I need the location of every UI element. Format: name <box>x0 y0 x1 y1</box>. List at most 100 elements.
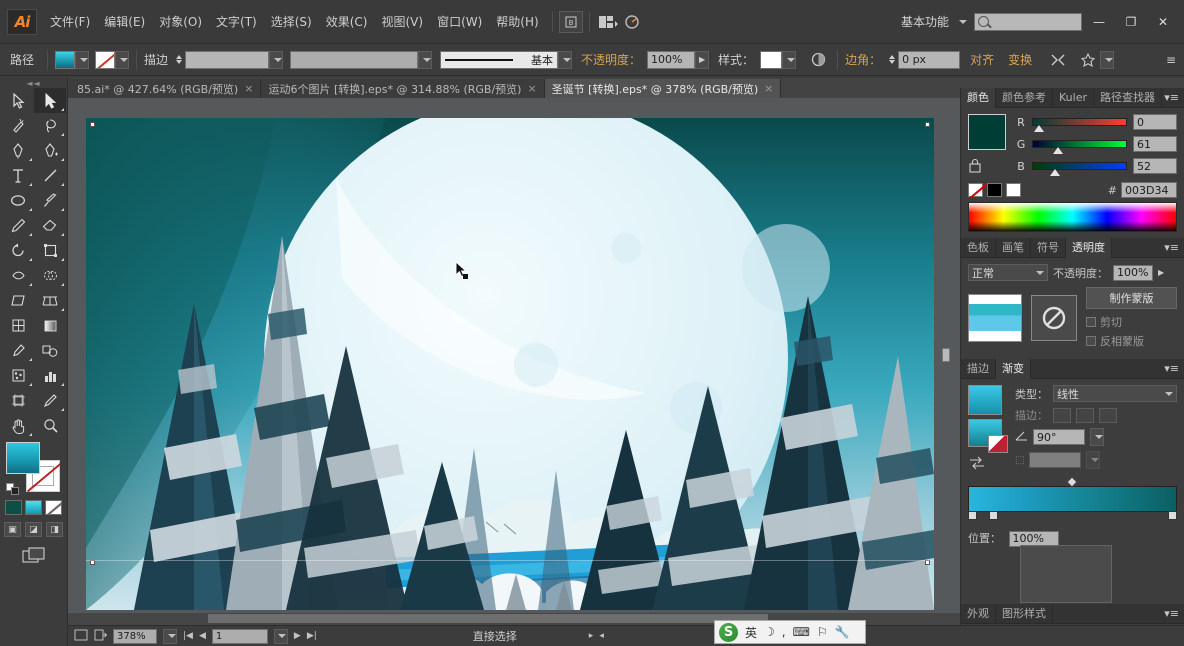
panel-menu-icon[interactable]: ▾≡ <box>1164 241 1184 254</box>
gradient-ramp[interactable] <box>968 486 1177 512</box>
close-icon[interactable]: × <box>764 82 773 95</box>
color-mode-gradient[interactable] <box>25 500 42 515</box>
panel-tab-gradient[interactable]: 渐变 <box>996 358 1031 379</box>
lasso-tool[interactable] <box>34 113 66 138</box>
fill-color-control[interactable] <box>55 50 90 69</box>
transparency-opacity-input[interactable]: 100% <box>1113 264 1153 281</box>
sogou-ime-bar[interactable]: S 英 ☽ , ⌨ ⚐ 🔧 <box>714 620 866 644</box>
artboard-number-input[interactable]: 1 <box>211 628 268 644</box>
color-mode-none[interactable] <box>45 500 62 515</box>
rotate-tool[interactable] <box>2 238 34 263</box>
draw-normal-icon[interactable]: ▣ <box>4 522 21 537</box>
blend-mode-select[interactable]: 正常 <box>968 264 1048 281</box>
artboard-number-dropdown[interactable] <box>273 628 288 644</box>
menu-help[interactable]: 帮助(H) <box>489 9 545 34</box>
line-segment-tool[interactable] <box>34 163 66 188</box>
menu-window[interactable]: 窗口(W) <box>430 9 489 34</box>
restore-button[interactable]: ❐ <box>1116 11 1146 33</box>
color-mode-solid[interactable] <box>5 500 22 515</box>
panel-menu-icon[interactable]: ▾≡ <box>1164 607 1184 620</box>
zoom-tool[interactable] <box>34 413 66 438</box>
black-swatch[interactable] <box>987 183 1002 197</box>
selection-tool[interactable] <box>2 88 34 113</box>
slider-knob[interactable] <box>1052 147 1063 154</box>
status-scroll-left[interactable]: ◂ <box>599 631 604 641</box>
add-anchor-point-tool[interactable] <box>34 138 66 163</box>
white-swatch[interactable] <box>1006 183 1021 197</box>
gradient-tool[interactable] <box>34 313 66 338</box>
none-swatch[interactable] <box>968 183 983 197</box>
panel-tab-color-guide[interactable]: 颜色参考 <box>996 87 1053 108</box>
gradient-aspect-dropdown[interactable] <box>1086 451 1101 469</box>
fill-color-indicator[interactable] <box>6 442 40 474</box>
lock-icon[interactable] <box>968 158 984 174</box>
document-tab-3[interactable]: 圣诞节 [转换].eps* @ 378% (RGB/预览) × <box>544 79 782 98</box>
perspective-grid-tool[interactable] <box>34 288 66 313</box>
panel-tab-stroke[interactable]: 描边 <box>961 358 996 379</box>
stroke-color-control[interactable] <box>95 50 130 69</box>
active-fill-swatch[interactable] <box>968 114 1006 150</box>
zoom-level-dropdown[interactable] <box>163 628 177 644</box>
stroke-weight-input[interactable] <box>185 50 270 69</box>
direct-selection-tool[interactable] <box>34 88 66 113</box>
eyedropper-tool[interactable] <box>2 338 34 363</box>
anchor-point-top-left[interactable] <box>90 122 95 127</box>
gradient-aspect-input[interactable] <box>1029 452 1082 468</box>
moon-icon[interactable]: ☽ <box>764 625 775 639</box>
select-similar-dropdown[interactable] <box>1100 50 1115 69</box>
hex-input[interactable]: 003D34 <box>1121 182 1177 198</box>
menu-edit[interactable]: 编辑(E) <box>97 9 152 34</box>
opacity-input[interactable]: 100% <box>647 50 696 69</box>
panel-tab-symbols[interactable]: 符号 <box>1031 237 1066 258</box>
wrench-icon[interactable]: 🔧 <box>835 625 850 639</box>
anchor-point-top-right[interactable] <box>925 122 930 127</box>
panel-tab-appearance[interactable]: 外观 <box>961 603 996 624</box>
panel-tab-swatches[interactable]: 色板 <box>961 237 996 258</box>
paintbrush-tool[interactable] <box>34 188 66 213</box>
panel-tab-color[interactable]: 颜色 <box>961 87 996 108</box>
fill-dropdown-button[interactable] <box>75 50 90 69</box>
channel-value-r[interactable]: 0 <box>1133 114 1177 130</box>
variable-width-profile-input[interactable] <box>290 50 419 69</box>
close-button[interactable]: ✕ <box>1148 11 1178 33</box>
gradient-stroke-along-icon[interactable] <box>1076 407 1094 423</box>
channel-slider-r[interactable] <box>1032 118 1127 132</box>
artboard-prev-button[interactable]: ◀ <box>199 631 206 641</box>
variable-width-dropdown[interactable] <box>418 50 433 69</box>
menu-select[interactable]: 选择(S) <box>264 9 319 34</box>
menu-file[interactable]: 文件(F) <box>43 9 97 34</box>
toolbox-icon[interactable]: ⚐ <box>817 625 828 639</box>
gradient-fill-thumbnail[interactable] <box>968 385 1002 415</box>
ime-mode-toggle[interactable]: 英 <box>745 624 757 641</box>
brush-definition-control[interactable]: 基本 <box>440 50 559 69</box>
pencil-tool[interactable] <box>2 213 34 238</box>
color-spectrum-ramp[interactable] <box>968 202 1177 232</box>
panel-menu-icon[interactable]: ▾≡ <box>1164 362 1184 375</box>
invert-mask-checkbox[interactable] <box>1086 336 1096 346</box>
gradient-none-thumbnail[interactable] <box>988 435 1008 453</box>
menu-view[interactable]: 视图(V) <box>374 9 430 34</box>
status-menu-arrow[interactable]: ▸ <box>589 631 594 641</box>
corner-radius-input[interactable]: 0 px <box>898 50 961 69</box>
stroke-swatch[interactable] <box>95 50 116 69</box>
change-screen-mode-icon[interactable] <box>0 547 67 564</box>
panel-tab-kuler[interactable]: Kuler <box>1053 87 1094 108</box>
panel-tab-brushes[interactable]: 画笔 <box>996 237 1031 258</box>
chevron-right-icon[interactable]: ▶ <box>1158 268 1164 277</box>
artboard-next-button[interactable]: ▶ <box>294 631 301 641</box>
brush-definition-dropdown[interactable] <box>558 50 573 69</box>
channel-slider-b[interactable] <box>1032 162 1127 176</box>
speedometer-icon[interactable] <box>620 11 644 33</box>
fill-swatch[interactable] <box>55 50 76 69</box>
stroke-weight-stepper[interactable] <box>174 51 183 69</box>
pen-tool[interactable] <box>2 138 34 163</box>
default-fill-stroke-icon[interactable] <box>6 483 20 496</box>
select-similar-objects-icon[interactable] <box>1076 49 1100 71</box>
keyboard-icon[interactable]: ⌨ <box>793 625 810 639</box>
slider-knob[interactable] <box>1033 125 1044 132</box>
opacity-mask-thumbnail[interactable] <box>1031 295 1077 341</box>
close-icon[interactable]: × <box>527 82 536 95</box>
scrollbar-thumb[interactable] <box>208 614 768 623</box>
opacity-dropdown[interactable]: ▶ <box>695 50 710 69</box>
menu-type[interactable]: 文字(T) <box>209 9 264 34</box>
